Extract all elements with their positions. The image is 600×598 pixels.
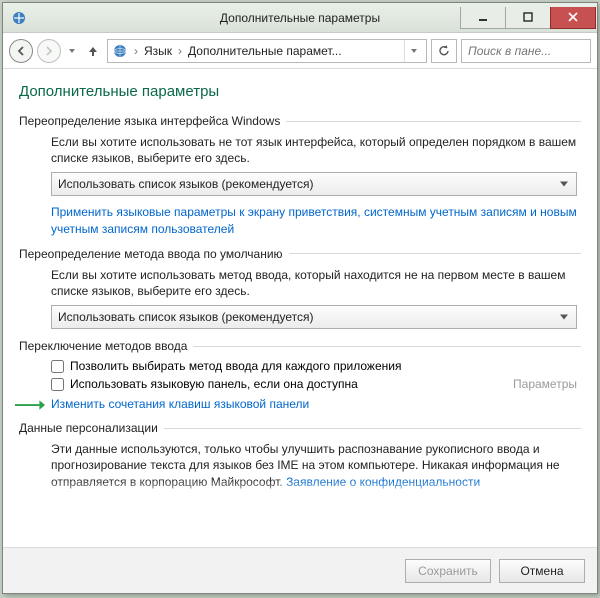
- breadcrumb-root[interactable]: Язык: [144, 44, 172, 58]
- minimize-button[interactable]: [460, 7, 506, 29]
- recent-locations-button[interactable]: [65, 47, 79, 55]
- window: Дополнительные параметры: [2, 2, 598, 594]
- breadcrumb-current[interactable]: Дополнительные парамет...: [188, 44, 342, 58]
- divider: [164, 428, 581, 429]
- titlebar: Дополнительные параметры: [3, 3, 597, 33]
- group-description: Если вы хотите использовать метод ввода,…: [51, 267, 577, 299]
- per-app-input-checkbox[interactable]: [51, 360, 64, 373]
- interface-language-combo[interactable]: Использовать список языков (рекомендуетс…: [51, 172, 577, 196]
- up-button[interactable]: [83, 40, 103, 62]
- privacy-statement-link[interactable]: Заявление о конфиденциальности: [286, 475, 480, 489]
- page-title: Дополнительные параметры: [19, 83, 581, 100]
- checkbox-label: Позволить выбирать метод ввода для каждо…: [70, 359, 401, 373]
- language-bar-params-link: Параметры: [513, 377, 577, 391]
- group-personalization: Данные персонализации Эти данные использ…: [19, 421, 581, 490]
- group-description: Эти данные используются, только чтобы ул…: [51, 441, 577, 490]
- breadcrumb-separator-icon: ›: [134, 44, 138, 58]
- app-icon: [11, 10, 27, 26]
- address-bar[interactable]: › Язык › Дополнительные парамет...: [107, 39, 427, 63]
- search-input[interactable]: [461, 39, 591, 63]
- content-area: Дополнительные параметры Переопределение…: [3, 69, 597, 547]
- group-description: Если вы хотите использовать не тот язык …: [51, 134, 577, 166]
- group-interface-language: Переопределение языка интерфейса Windows…: [19, 114, 581, 237]
- group-legend: Переключение методов ввода: [19, 339, 187, 353]
- save-button: Сохранить: [405, 559, 491, 583]
- default-input-combo[interactable]: Использовать список языков (рекомендуетс…: [51, 305, 577, 329]
- cancel-button[interactable]: Отмена: [499, 559, 585, 583]
- group-default-input: Переопределение метода ввода по умолчани…: [19, 247, 581, 329]
- maximize-button[interactable]: [505, 7, 551, 29]
- back-button[interactable]: [9, 39, 33, 63]
- footer: Сохранить Отмена: [3, 547, 597, 593]
- checkbox-label: Использовать языковую панель, если она д…: [70, 377, 358, 391]
- apply-to-welcome-link[interactable]: Применить языковые параметры к экрану пр…: [51, 205, 577, 235]
- group-legend: Переопределение языка интерфейса Windows: [19, 114, 280, 128]
- divider: [286, 121, 581, 122]
- annotation-arrow-icon: [15, 399, 45, 411]
- group-input-switching: Переключение методов ввода Позволить выб…: [19, 339, 581, 411]
- address-dropdown-button[interactable]: [404, 40, 422, 62]
- window-controls: [461, 7, 597, 29]
- language-bar-checkbox[interactable]: [51, 378, 64, 391]
- breadcrumb-separator-icon: ›: [178, 44, 182, 58]
- location-icon: [112, 43, 128, 59]
- refresh-button[interactable]: [431, 39, 457, 63]
- group-legend: Переопределение метода ввода по умолчани…: [19, 247, 283, 261]
- close-button[interactable]: [550, 7, 596, 29]
- divider: [289, 253, 581, 254]
- group-legend: Данные персонализации: [19, 421, 158, 435]
- divider: [193, 346, 581, 347]
- forward-button[interactable]: [37, 39, 61, 63]
- change-hotkeys-link[interactable]: Изменить сочетания клавиш языковой панел…: [51, 397, 309, 411]
- navbar: › Язык › Дополнительные парамет...: [3, 33, 597, 69]
